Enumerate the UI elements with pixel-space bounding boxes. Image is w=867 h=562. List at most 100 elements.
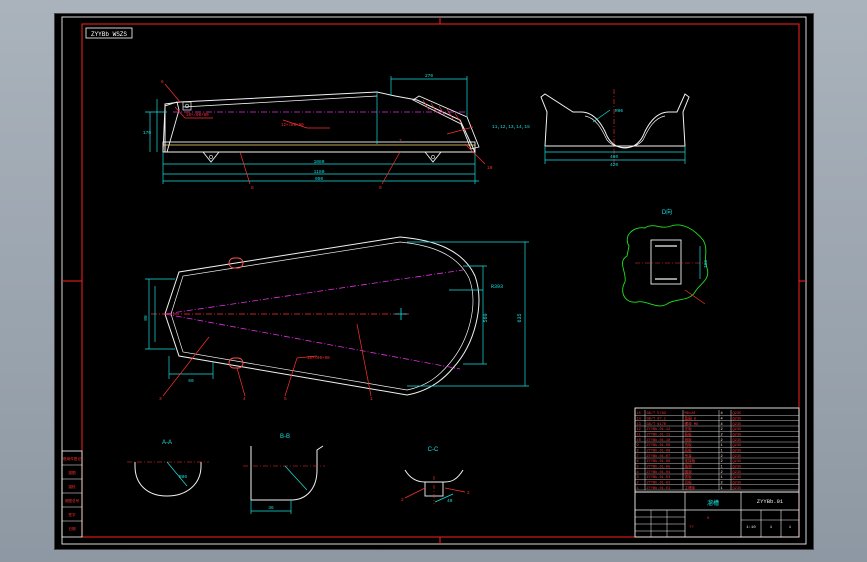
plan-dim-R: R393 [491,284,503,290]
parts-cell: ZYYBb.01-03 [647,475,671,480]
parts-cell: 11 [637,433,641,437]
parts-cell: 底板 [685,447,693,453]
side-dim-inner: 950 [315,176,323,182]
parts-cell: Q235 [733,433,742,437]
plan-dimensions [145,241,529,387]
parts-cell: 2 [721,481,723,485]
side-item-label: 8 [251,185,254,191]
side-left-hole [184,103,190,109]
left-strip-cell: 底图总号 [65,498,80,503]
side-right-hopper [412,95,480,150]
section-bb-profile [250,445,324,501]
parts-cell: 侧板 [685,437,693,443]
parts-cell: 14 [637,417,641,421]
title-sheets: 1 [789,526,792,530]
parts-cell: 4 [721,423,723,427]
plan-weld-note: 16×∠90×90 [307,356,330,361]
parts-cell: ZYYBb.01-05 [647,464,671,469]
parts-cell: 圆钢 [685,469,693,475]
plan-item-label: 3 [159,396,162,402]
parts-cell: Q235 [733,481,742,485]
detail-d-plate [650,239,682,285]
section-cc[interactable]: C-C 2 2 40 [401,447,470,504]
parts-cell: 4 [721,417,723,421]
side-top-inner [182,95,378,108]
plan-outline-outer [164,236,480,396]
parts-cell: 主槽体 [685,485,696,491]
title-small-label: ?? [689,526,694,530]
parts-cell: 4 [721,412,723,416]
parts-cell: GB/T 6170 [647,422,666,427]
parts-cell: Q235 [733,460,742,464]
side-view[interactable]: 270 1080 1180 950 170 11,12,13,14,15 10×… [143,73,530,191]
parts-cell: ZYYBb.01-06 [647,459,671,464]
side-weld-note-2: 12×∠80×80 [281,123,304,128]
left-strip-cell: 日期 [68,526,76,531]
parts-cell: 连接板 [685,458,696,464]
parts-list: 15 GB/T 5783 M8×20 4 Q23514 GB/T 97.1 垫圈 8 4 Q23… [634,410,800,491]
parts-cell: 螺母 M8 [685,421,699,427]
parts-cell: 2 [721,439,723,443]
parts-cell: ZYYBb.01-08 [647,448,671,453]
section-aa-label: A-A [162,440,172,446]
sheet-outer-border [61,16,807,545]
section-bb-dim: 36 [268,505,274,511]
side-left-tab [182,101,192,111]
detail-d-dim: 100 [703,260,709,268]
plan-view[interactable]: R393 560 635 80 60 3 4 5 1 16×∠90×90 [143,236,529,402]
plan-dim-left: 80 [143,315,149,321]
parts-cell: 1 [721,449,723,453]
parts-cell: 13 [637,423,641,427]
parts-cell: M8×20 [685,411,696,416]
parts-cell: 15 [637,412,641,416]
parts-cell: Q235 [733,423,742,427]
section-cc-leader-left [404,487,426,499]
drawing-number-text: ZYYBb WSZS [91,31,127,38]
section-bb[interactable]: B-B 36 [243,434,325,514]
section-aa[interactable]: A-A R86 [127,440,209,497]
parts-cell: ZYYBb.01-07 [647,454,671,459]
section-cc-leader-left-label: 2 [401,497,404,503]
parts-cell: ZYYBb.01-10 [647,438,671,443]
plan-item-label: 4 [243,396,246,402]
side-item-label: 9 [379,185,382,191]
parts-cell: 4 [637,471,639,475]
section-cc-leader-right-label: 2 [467,490,470,496]
side-dim-top: 270 [425,73,433,79]
parts-cell: Q235 [733,444,742,448]
side-base-rail [162,141,476,153]
detail-d-view[interactable]: D向 100 [622,208,709,307]
parts-cell: 9 [637,444,639,448]
title-code: ZYYBb.01 [757,498,784,505]
side-dim-overall-1: 1080 [314,159,325,165]
parts-cell: 2 [721,471,723,475]
side-item-label: 10 [487,165,493,171]
detail-d-break-outline [622,224,709,307]
parts-cell: 吊耳 [685,453,693,459]
parts-cell: 3 [637,476,639,480]
section-bb-radius-line [284,465,308,491]
title-scale: 1:10 [746,526,756,530]
title-block[interactable]: 15 GB/T 5783 M8×20 4 Q23514 GB/T 97.1 垫圈 8 4 Q23… [634,407,800,538]
parts-cell: Q235 [733,412,742,416]
section-aa-radius-line [166,461,188,487]
drawing-number-box: ZYYBb WSZS [85,27,133,39]
end-view[interactable]: 480 420 R96 [540,89,690,168]
side-body-outline [164,91,476,153]
section-aa-profile [134,462,202,497]
parts-cell: 支板 [685,426,693,432]
parts-cell: 1 [721,465,723,469]
side-support-right [424,151,442,163]
plan-item-label: 5 [284,396,287,402]
parts-cell: 6 [637,460,639,464]
end-dim-width: 480 [610,154,618,160]
section-cc-label: C-C [428,447,439,453]
parts-cell: ZYYBb.01-01 [647,486,671,491]
title-sheet: 1 [770,526,773,530]
parts-cell: 挡板 [685,442,693,448]
cad-viewport[interactable]: ZYYBb WSZS 借用件登记 描图 描校 底图总号 签字 日期 270 10… [55,14,813,549]
detail-d-label: D向 [662,208,672,216]
title-small-label: S [707,517,710,521]
drawing-canvas[interactable]: ZYYBb WSZS 借用件登记 描图 描校 底图总号 签字 日期 270 10… [55,14,813,549]
plan-dim-offset: 60 [188,378,194,384]
